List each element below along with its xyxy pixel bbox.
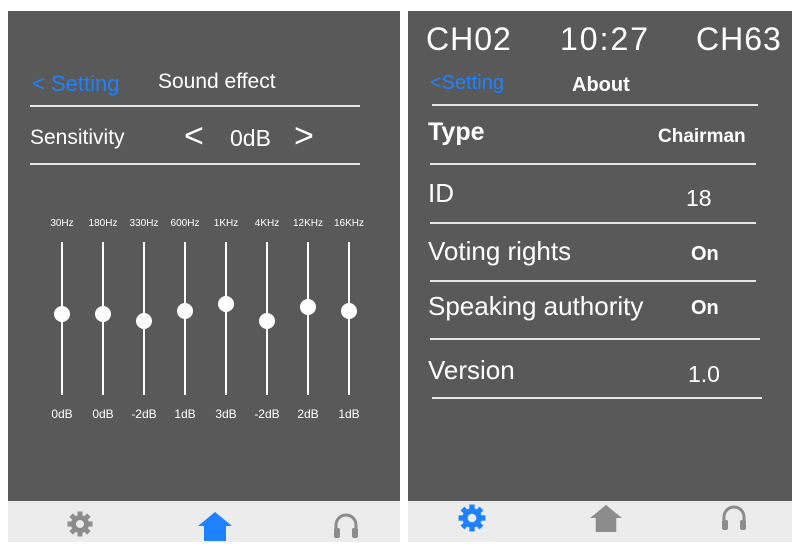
sensitivity-value: 0dB	[230, 125, 271, 151]
eq-gain-label: -2dB	[254, 407, 280, 421]
eq-slider-knob[interactable]	[218, 295, 234, 312]
eq-frequency-label: 16KHz	[333, 218, 364, 229]
eq-slider-knob[interactable]	[300, 299, 316, 315]
id-label: ID	[428, 178, 454, 208]
divider	[432, 104, 758, 106]
divider	[430, 280, 756, 282]
home-icon[interactable]	[589, 504, 623, 537]
eq-slider-knob[interactable]	[54, 306, 70, 322]
bottom-nav-bar	[408, 501, 792, 542]
status-time: 10:27	[560, 21, 651, 57]
eq-gain-label: 1dB	[338, 407, 360, 421]
divider	[430, 163, 756, 165]
eq-slider-track[interactable]	[184, 242, 186, 395]
divider	[430, 222, 756, 224]
eq-slider-knob[interactable]	[95, 306, 111, 322]
eq-frequency-label: 180Hz	[88, 218, 118, 229]
eq-slider-track[interactable]	[307, 242, 309, 395]
eq-frequency-label: 600Hz	[170, 218, 200, 229]
eq-gain-label: 0dB	[92, 407, 114, 421]
eq-frequency-label: 1KHz	[213, 218, 239, 229]
eq-slider-knob[interactable]	[136, 313, 152, 329]
sensitivity-label: Sensitivity	[30, 126, 125, 149]
version-value: 1.0	[688, 361, 720, 387]
divider	[432, 397, 762, 399]
eq-gain-label: 3dB	[215, 407, 237, 421]
about-screen: CH02 10:27 CH63 <Setting About Type Chai…	[408, 11, 792, 501]
voting-rights-label: Voting rights	[428, 236, 572, 266]
home-icon[interactable]	[197, 511, 233, 546]
sensitivity-decrease-button[interactable]: <	[184, 117, 204, 155]
eq-gain-label: 0dB	[51, 407, 73, 421]
bottom-nav-bar	[8, 501, 400, 542]
page-title: Sound effect	[158, 70, 276, 93]
eq-gain-label: 1dB	[174, 407, 196, 421]
version-label: Version	[428, 355, 515, 385]
sound-effect-screen: < Setting Sound effect Sensitivity < 0dB…	[8, 11, 400, 501]
status-channel-left: CH02	[426, 21, 512, 57]
eq-slider-track[interactable]	[225, 242, 227, 395]
page-title: About	[572, 74, 630, 96]
gear-icon[interactable]	[67, 511, 93, 542]
type-label: Type	[428, 118, 485, 146]
eq-frequency-label: 4KHz	[254, 218, 280, 229]
eq-frequency-label: 12KHz	[292, 218, 323, 229]
divider	[30, 105, 360, 107]
eq-slider-track[interactable]	[348, 242, 350, 395]
back-setting-link[interactable]: < Setting	[32, 71, 119, 97]
eq-frequency-label: 30Hz	[50, 218, 74, 229]
status-channel-right: CH63	[696, 21, 782, 57]
back-setting-link[interactable]: <Setting	[430, 72, 504, 95]
divider	[30, 163, 360, 165]
id-value: 18	[686, 185, 712, 211]
divider	[430, 338, 760, 340]
headphones-icon[interactable]	[720, 503, 748, 536]
sensitivity-increase-button[interactable]: >	[294, 117, 314, 155]
eq-gain-label: -2dB	[131, 407, 157, 421]
type-value: Chairman	[658, 126, 746, 147]
eq-slider-knob[interactable]	[177, 302, 193, 319]
speaking-authority-label: Speaking authority	[428, 291, 644, 321]
eq-slider-knob[interactable]	[259, 313, 275, 329]
speaking-authority-value: On	[691, 297, 719, 319]
voting-rights-value: On	[691, 243, 719, 265]
eq-slider-knob[interactable]	[341, 302, 357, 319]
eq-gain-label: 2dB	[297, 407, 319, 421]
headphones-icon[interactable]	[332, 511, 360, 544]
gear-icon[interactable]	[458, 504, 486, 537]
eq-frequency-label: 330Hz	[129, 218, 159, 229]
